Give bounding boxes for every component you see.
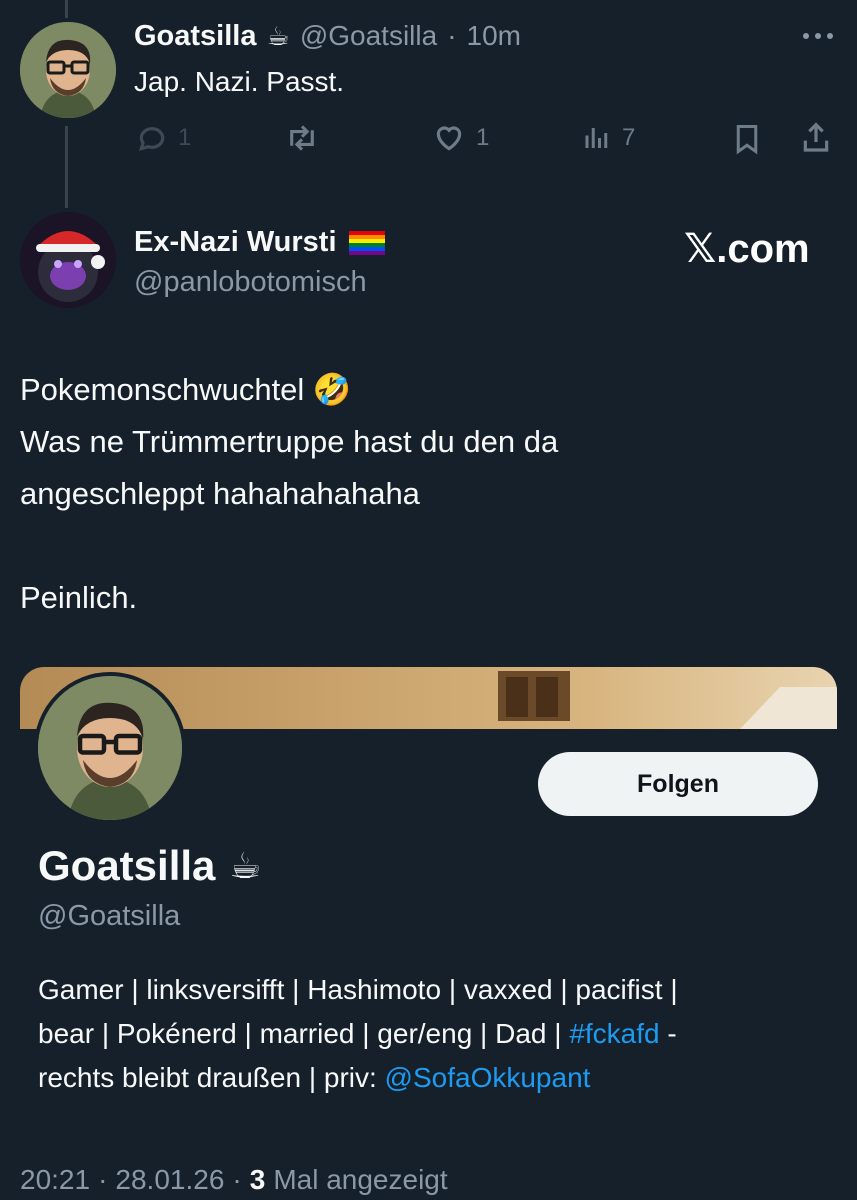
reply-tweet-text: Jap. Nazi. Passt. xyxy=(134,66,345,97)
coffee-emoji-icon: ☕ xyxy=(266,21,290,51)
main-tweet-line1: Pokemonschwuchtel 🤣 xyxy=(20,372,352,407)
thread-line-bottom xyxy=(65,126,68,208)
bio-line-2: bear | Pokénerd | married | ger/eng | Da… xyxy=(38,1012,828,1056)
main-tweet-header: Ex-Nazi Wursti xyxy=(134,226,385,259)
profile-name: Goatsilla xyxy=(38,842,216,889)
separator-dot: · xyxy=(232,1164,242,1195)
coffee-emoji-icon: ☕ xyxy=(229,845,262,886)
profile-name-row: Goatsilla ☕ xyxy=(38,842,262,890)
thread-line-top xyxy=(65,0,68,18)
separator-dot: · xyxy=(98,1164,108,1195)
avatar-goatsilla[interactable] xyxy=(20,22,116,118)
profile-handle: @Goatsilla xyxy=(38,900,181,932)
bio-line-1: Gamer | linksversifft | Hashimoto | vaxx… xyxy=(38,974,678,1005)
like-action[interactable]: 1 xyxy=(432,122,489,154)
share-icon xyxy=(803,122,829,152)
avatar-ex-nazi-wursti[interactable] xyxy=(20,212,116,308)
share-action[interactable] xyxy=(800,120,832,156)
profile-bio: Gamer | linksversifft | Hashimoto | vaxx… xyxy=(38,968,828,1100)
author-name[interactable]: Ex-Nazi Wursti xyxy=(134,226,337,259)
footer-date[interactable]: 28.01.26 xyxy=(115,1164,224,1196)
main-tweet-body: Was ne Trümmertruppe hast du den da ange… xyxy=(20,424,559,615)
author-handle[interactable]: @Goatsilla xyxy=(300,20,437,52)
tweet-meta-footer: 20:21 · 28.01.26 · 3 Mal angezeigt xyxy=(20,1164,448,1196)
retweet-icon xyxy=(290,125,314,151)
views-count: 7 xyxy=(622,124,636,151)
hashtag-link[interactable]: #fckafd xyxy=(569,1018,659,1049)
footer-time[interactable]: 20:21 xyxy=(20,1164,90,1196)
reply-icon xyxy=(138,127,165,152)
bio-line-3: rechts bleibt draußen | priv: @SofaOkkup… xyxy=(38,1056,828,1100)
bio-text: - xyxy=(659,1018,677,1049)
rainbow-flag-icon xyxy=(348,230,385,255)
separator-dot: · xyxy=(447,20,457,51)
view-count: 3 xyxy=(249,1164,266,1195)
views-action[interactable]: 7 xyxy=(582,122,635,154)
author-handle[interactable]: @panlobotomisch xyxy=(134,266,367,299)
more-dots-icon[interactable] xyxy=(800,24,836,48)
follow-button[interactable]: Folgen xyxy=(538,752,818,816)
bio-text: rechts bleibt draußen | priv: xyxy=(38,1062,385,1093)
author-name[interactable]: Goatsilla xyxy=(134,20,257,53)
reply-action[interactable]: 1 xyxy=(136,122,191,154)
heart-icon xyxy=(436,126,462,151)
mention-link[interactable]: @SofaOkkupant xyxy=(385,1062,591,1093)
reply-count: 1 xyxy=(178,124,192,151)
profile-avatar[interactable] xyxy=(34,672,186,824)
bookmark-action[interactable] xyxy=(732,122,762,156)
views-icon xyxy=(585,128,608,148)
view-label: Mal angezeigt xyxy=(273,1164,448,1195)
x-com-brand: 𝕏.com xyxy=(684,227,810,271)
bookmark-icon xyxy=(736,125,758,155)
reply-tweet-header: Goatsilla ☕ @Goatsilla · 10m xyxy=(134,20,521,53)
retweet-action[interactable] xyxy=(284,122,320,154)
bio-text: bear | Pokénerd | married | ger/eng | Da… xyxy=(38,1018,570,1049)
like-count: 1 xyxy=(476,124,490,151)
tweet-time[interactable]: 10m xyxy=(467,20,521,52)
